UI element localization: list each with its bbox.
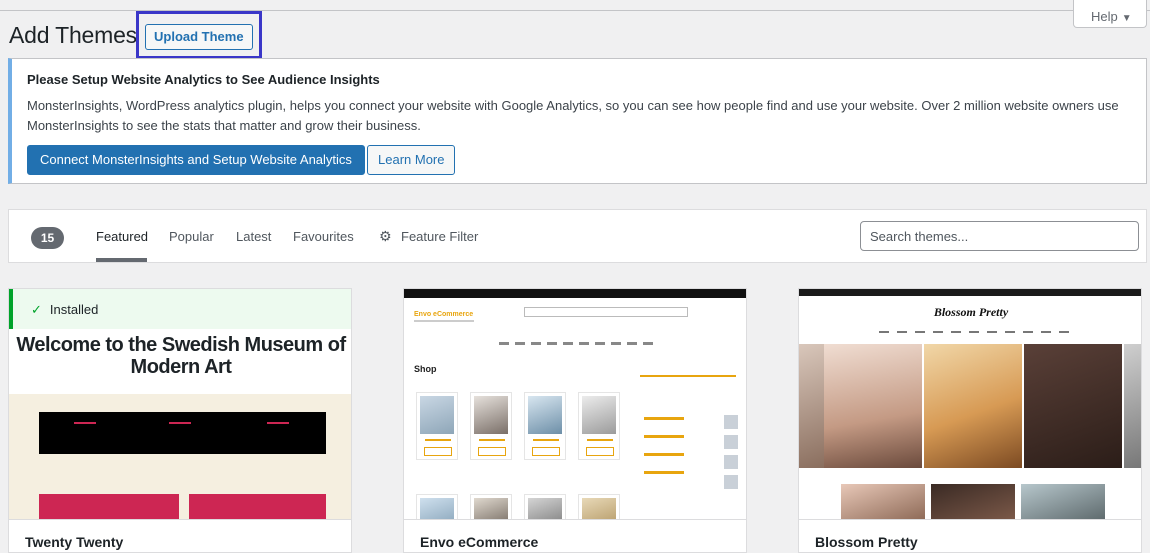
preview-block <box>189 494 326 519</box>
preview-block <box>39 494 179 519</box>
theme-count-badge: 15 <box>31 227 64 249</box>
theme-name: Envo eCommerce <box>420 534 539 550</box>
preview-section-title: Shop <box>414 364 437 374</box>
checkmark-icon: ✓ <box>31 302 42 317</box>
preview-product <box>470 494 512 519</box>
theme-card-envo-ecommerce[interactable]: Envo eCommerce Shop Envo eCommerce <box>403 288 747 553</box>
gear-icon[interactable]: ⚙ <box>379 228 392 245</box>
preview-logo: Blossom Pretty <box>933 305 1009 319</box>
tab-latest[interactable]: Latest <box>236 229 271 244</box>
learn-more-button[interactable]: Learn More <box>367 145 456 175</box>
active-tab-indicator <box>96 258 147 262</box>
preview-thumb <box>931 484 1015 519</box>
notice-text: MonsterInsights, WordPress analytics plu… <box>27 98 1119 133</box>
upload-theme-highlight: Upload Theme <box>136 11 262 59</box>
preview-slide <box>1024 344 1122 468</box>
notice-title: Please Setup Website Analytics to See Au… <box>27 72 380 87</box>
theme-card-blossom-pretty[interactable]: Blossom Pretty Blossom Pretty <box>798 288 1142 553</box>
installed-notice: ✓ Installed <box>9 289 351 329</box>
preview-thumb <box>1021 484 1105 519</box>
theme-screenshot: Blossom Pretty <box>799 289 1141 519</box>
preview-logo: Envo eCommerce <box>414 311 474 318</box>
preview-product <box>578 392 620 460</box>
search-themes-input[interactable] <box>860 221 1139 251</box>
preview-body <box>9 394 351 519</box>
preview-slide <box>799 344 824 468</box>
preview-info-strip <box>39 412 326 454</box>
connect-monsterinsights-button[interactable]: Connect MonsterInsights and Setup Websit… <box>27 145 365 175</box>
preview-heading: Welcome to the Swedish Museum of Modern … <box>9 329 351 394</box>
preview-search <box>524 307 688 317</box>
preview-topbar <box>404 289 746 298</box>
preview-product <box>416 494 458 519</box>
tab-featured[interactable]: Featured <box>96 229 148 244</box>
tab-favourites[interactable]: Favourites <box>293 229 354 244</box>
preview-topbar <box>799 289 1141 296</box>
preview-slide <box>824 344 922 468</box>
preview-product <box>578 494 620 519</box>
preview-menu <box>499 342 659 345</box>
theme-screenshot: Envo eCommerce Shop <box>404 289 746 519</box>
preview-product <box>524 494 566 519</box>
installed-label: Installed <box>49 302 99 317</box>
page-title: Add Themes <box>9 22 137 48</box>
theme-screenshot: ✓ Installed Welcome to the Swedish Museum… <box>9 289 351 519</box>
theme-name: Twenty Twenty <box>25 534 124 550</box>
preview-sidebar <box>632 369 740 509</box>
analytics-notice: Please Setup Website Analytics to See Au… <box>8 58 1147 184</box>
feature-filter-button[interactable]: Feature Filter <box>401 229 478 244</box>
preview-thumb <box>841 484 925 519</box>
help-tab[interactable]: Help ▼ <box>1073 0 1147 28</box>
preview-product <box>524 392 566 460</box>
preview-tagline <box>414 320 474 322</box>
preview-menu <box>879 331 1069 333</box>
caret-down-icon: ▼ <box>1121 13 1132 24</box>
theme-card-twenty-twenty[interactable]: ✓ Installed Welcome to the Swedish Museum… <box>8 288 352 553</box>
preview-product <box>470 392 512 460</box>
help-label: Help <box>1091 9 1118 24</box>
theme-filter-bar: 15 Featured Popular Latest Favourites ⚙ … <box>8 209 1147 263</box>
tab-popular[interactable]: Popular <box>169 229 214 244</box>
upload-theme-button[interactable]: Upload Theme <box>145 24 253 50</box>
preview-slide <box>1124 344 1141 468</box>
preview-product <box>416 392 458 460</box>
preview-slide <box>924 344 1022 468</box>
theme-name: Blossom Pretty <box>815 534 918 550</box>
